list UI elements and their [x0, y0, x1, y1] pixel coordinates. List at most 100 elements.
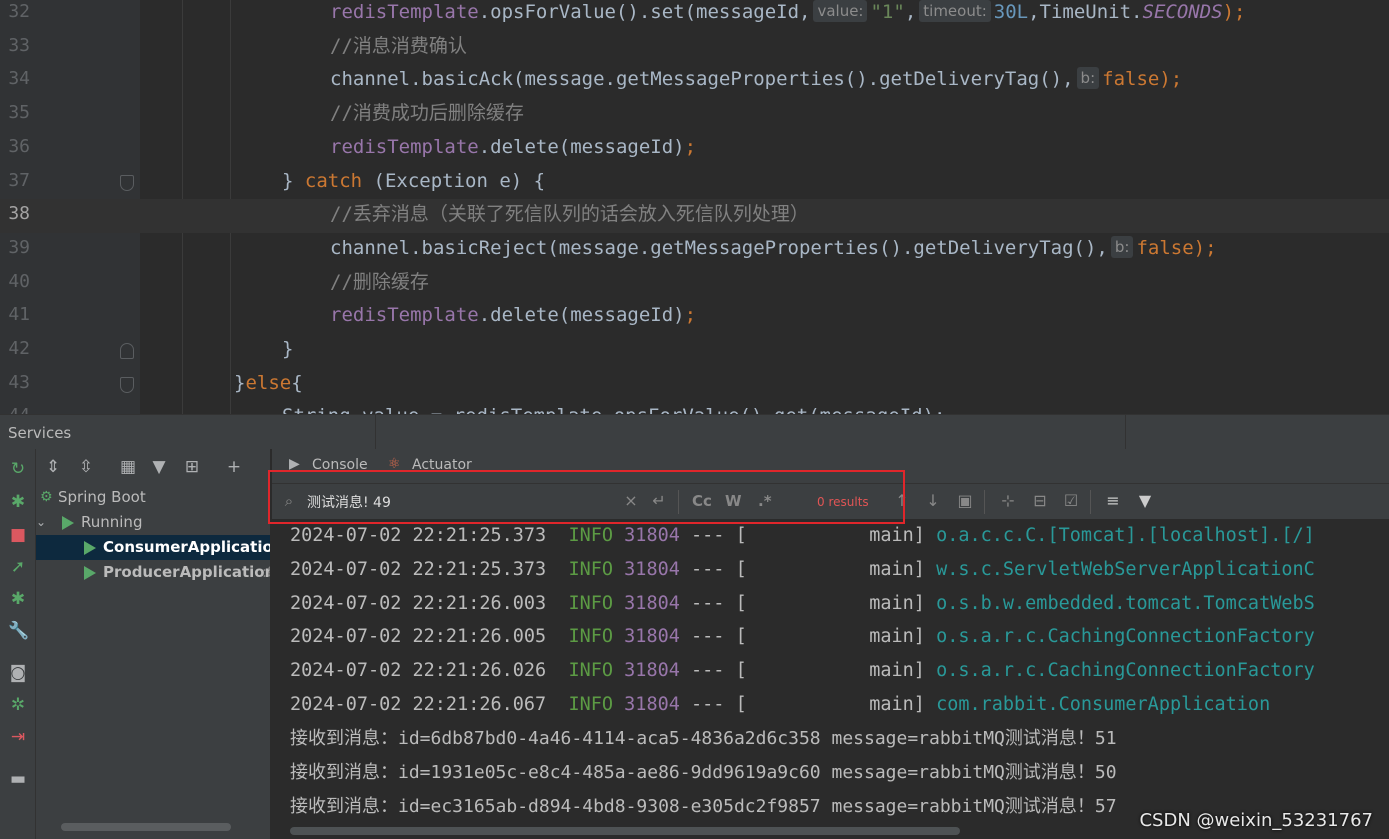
console-tabs: ▶ Console ⚛ Actuator [272, 449, 1389, 483]
log-timestamp: 2024-07-02 22:21:25.373 [290, 525, 547, 546]
code-line[interactable]: 38 //丢弃消息（关联了死信队列的话会放入死信队列处理） [0, 199, 1389, 234]
code-token: //丢弃消息（关联了死信队列的话会放入死信队列处理） [330, 203, 809, 226]
log-pid: 31804 [624, 626, 680, 648]
regex-button[interactable]: .* [758, 492, 772, 510]
snapshot-camera-icon[interactable]: ◙ [8, 663, 28, 683]
console-output[interactable]: 2024-07-02 22:21:25.373 INFO 31804 --- [… [272, 519, 1389, 839]
log-space [613, 626, 624, 647]
code-token: (Exception e) { [362, 169, 546, 192]
group-by-icon[interactable]: ▦ [118, 457, 138, 477]
code-token: //消费成功后删除缓存 [330, 102, 524, 125]
fold-marker-icon[interactable] [120, 174, 134, 191]
log-logger: o.s.a.r.c.CachingConnectionFactory [936, 660, 1315, 682]
filter-search-icon[interactable]: ▼ [1134, 490, 1156, 512]
rerun-icon[interactable]: ↻ [8, 459, 28, 479]
tree-node-label: ConsumerApplication [103, 538, 271, 556]
code-text: //消费成功后删除缓存 [330, 99, 524, 127]
code-text: channel.basicAck(message.getMessagePrope… [330, 65, 1182, 93]
remove-selection-icon[interactable]: ⊟ [1029, 490, 1051, 512]
add-selection-icon[interactable]: ⊹ [997, 490, 1019, 512]
port-suffix: :8 [262, 563, 270, 581]
log-space [546, 525, 568, 546]
services-title: Services [8, 424, 72, 442]
filter-icon[interactable]: ▼ [149, 457, 169, 477]
fold-marker-icon[interactable] [120, 343, 134, 359]
log-logger: o.s.b.w.embedded.tomcat.TomcatWebS [936, 592, 1315, 614]
expand-all-icon[interactable]: ⇕ [43, 457, 63, 477]
parameter-hint: value: [813, 0, 868, 22]
code-editor[interactable]: 32 redisTemplate.opsForValue().set(messag… [0, 0, 1389, 414]
search-icon[interactable]: ⌕ [278, 490, 300, 512]
code-text: redisTemplate.opsForValue().set(messageI… [330, 0, 1245, 26]
code-line[interactable]: 33 //消息消费确认 [0, 31, 1389, 65]
line-number: 33 [8, 34, 30, 56]
log-thread: main] [746, 558, 925, 580]
code-token: { [291, 371, 303, 394]
tree-horizontal-scrollbar[interactable] [61, 823, 231, 831]
code-line[interactable]: 34 channel.basicAck(message.getMessagePro… [0, 64, 1389, 98]
code-line[interactable]: 37} catch (Exception e) { [0, 166, 1389, 200]
match-case-button[interactable]: Cc [692, 492, 712, 510]
tree-node-running[interactable]: ⌄ Running [36, 510, 270, 535]
previous-occurrence-icon[interactable]: ↑ [891, 490, 913, 512]
debug-bug-icon[interactable]: ✱ [8, 492, 28, 512]
code-line[interactable]: 43}else{ [0, 368, 1389, 402]
collapse-all-icon[interactable]: ⇳ [76, 457, 96, 477]
select-all-icon[interactable]: ☑ [1060, 490, 1082, 512]
tab-actuator[interactable]: Actuator [412, 457, 472, 473]
services-side-toolbar: ↻ ✱ ■ ➚ ✱ 🔧 ◙ ✲ ⇥ ▬ [0, 449, 36, 839]
code-line[interactable]: 40 //删除缓存 [0, 267, 1389, 301]
log-space [925, 525, 936, 546]
parameter-hint: b: [1076, 67, 1100, 90]
next-occurrence-icon[interactable]: ↓ [922, 490, 944, 512]
console-horizontal-scrollbar[interactable] [290, 827, 960, 835]
code-line[interactable]: 35 //消费成功后删除缓存 [0, 98, 1389, 132]
tab-console[interactable]: Console [312, 457, 368, 473]
code-line[interactable]: 41 redisTemplate.delete(messageId); [0, 300, 1389, 334]
add-service-icon[interactable]: + [224, 457, 244, 477]
clear-search-icon[interactable]: × [620, 490, 642, 512]
log-timestamp: 2024-07-02 22:21:26.067 [290, 694, 547, 715]
code-line[interactable]: 42} [0, 334, 1389, 368]
debug-config-icon[interactable]: ✱ [8, 589, 28, 609]
code-line[interactable]: 39 channel.basicReject(message.getMessage… [0, 233, 1389, 267]
line-number: 35 [8, 102, 30, 124]
gear-run-icon[interactable]: ✲ [8, 695, 28, 715]
tree-node-consumer-application[interactable]: ConsumerApplication [36, 535, 271, 560]
log-space [613, 525, 624, 546]
log-space [613, 559, 624, 580]
header-divider [1125, 415, 1126, 450]
settings-wrench-icon[interactable]: 🔧 [8, 621, 29, 641]
log-timestamp: 2024-07-02 22:21:26.003 [290, 592, 547, 614]
code-token: } [282, 169, 305, 192]
code-token: ); [1193, 236, 1217, 259]
exit-icon[interactable]: ⇥ [8, 727, 28, 747]
code-line[interactable]: 36 redisTemplate.delete(messageId); [0, 132, 1389, 166]
line-number: 34 [8, 68, 30, 90]
log-space [546, 660, 568, 681]
words-button[interactable]: W [725, 492, 742, 510]
tree-node-spring-boot[interactable]: ⚙ Spring Boot [36, 485, 270, 510]
log-space [925, 694, 936, 715]
code-line[interactable]: 32 redisTemplate.opsForValue().set(messag… [0, 0, 1389, 31]
layout-icon[interactable]: ▬ [8, 769, 28, 789]
code-token: .delete(messageId) [478, 304, 685, 327]
new-line-icon[interactable]: ↵ [648, 490, 670, 512]
code-token: channel.basicReject(message.getMessagePr… [330, 236, 1108, 259]
log-thread: main] [746, 626, 925, 648]
fold-marker-icon[interactable] [120, 376, 134, 393]
open-in-window-icon[interactable]: ▣ [954, 490, 976, 512]
soft-wrap-icon[interactable]: ≡ [1102, 490, 1124, 512]
code-token: , [904, 1, 917, 23]
new-tab-icon[interactable]: ⊞ [182, 457, 202, 477]
run-config-icon[interactable]: ➚ [8, 557, 28, 577]
search-divider [984, 490, 985, 514]
tree-node-producer-application[interactable]: ProducerApplication :8 [36, 560, 270, 585]
stop-icon[interactable]: ■ [8, 525, 28, 545]
code-line[interactable]: 44 String value = redisTemplate.opsForVal… [0, 401, 1389, 414]
search-divider [678, 490, 679, 514]
log-thread: main] [746, 660, 925, 682]
code-text: String value = redisTemplate.opsForValue… [282, 402, 945, 414]
search-input[interactable]: 测试消息! 49 [307, 492, 391, 512]
log-level: INFO [568, 660, 614, 682]
